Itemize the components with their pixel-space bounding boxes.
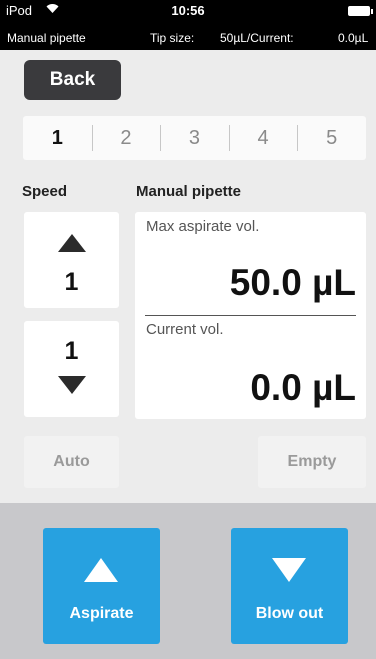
tip-size-value: 50µL/Current: xyxy=(220,31,294,45)
pipette-heading: Manual pipette xyxy=(136,183,242,200)
auto-button[interactable]: Auto xyxy=(24,436,119,488)
speed-down-button[interactable]: 1 xyxy=(24,321,119,417)
status-bar: iPod 10:56 Manual pipette Tip size: 50µL… xyxy=(0,0,376,50)
tab-4[interactable]: 4 xyxy=(229,116,298,160)
max-aspirate-value: 50.0 µL xyxy=(229,262,356,303)
speed-heading: Speed xyxy=(22,183,68,200)
tab-1[interactable]: 1 xyxy=(23,116,92,160)
arrow-up-icon xyxy=(84,558,118,582)
tab-3[interactable]: 3 xyxy=(160,116,229,160)
volume-divider xyxy=(145,315,356,316)
battery-icon xyxy=(348,6,373,16)
max-aspirate-caption: Max aspirate vol. xyxy=(146,218,260,235)
tip-size-label: Tip size: xyxy=(150,31,195,45)
current-vol-caption: Current vol. xyxy=(146,321,224,338)
clock: 10:56 xyxy=(171,3,205,18)
speed-down-value: 1 xyxy=(64,337,79,365)
volume-panel: Max aspirate vol. 50.0 µL Current vol. 0… xyxy=(135,212,366,419)
blow-out-button[interactable]: Blow out xyxy=(231,528,348,644)
tab-2[interactable]: 2 xyxy=(92,116,161,160)
program-tabs: 1 2 3 4 5 xyxy=(23,116,366,160)
empty-button[interactable]: Empty xyxy=(258,436,366,488)
mode-label: Manual pipette xyxy=(7,31,86,45)
current-vol-value: 0.0 µL xyxy=(250,367,356,408)
tab-5[interactable]: 5 xyxy=(297,116,366,160)
aspirate-label: Aspirate xyxy=(69,605,134,622)
back-button[interactable]: Back xyxy=(24,60,121,100)
speed-up-value: 1 xyxy=(64,268,79,296)
arrow-down-icon xyxy=(58,376,86,394)
speed-up-button[interactable]: 1 xyxy=(24,212,119,308)
arrow-down-icon xyxy=(272,558,306,582)
arrow-up-icon xyxy=(58,234,86,252)
blow-out-label: Blow out xyxy=(255,605,324,622)
aspirate-button[interactable]: Aspirate xyxy=(43,528,160,644)
status-current-value: 0.0µL xyxy=(338,31,369,45)
